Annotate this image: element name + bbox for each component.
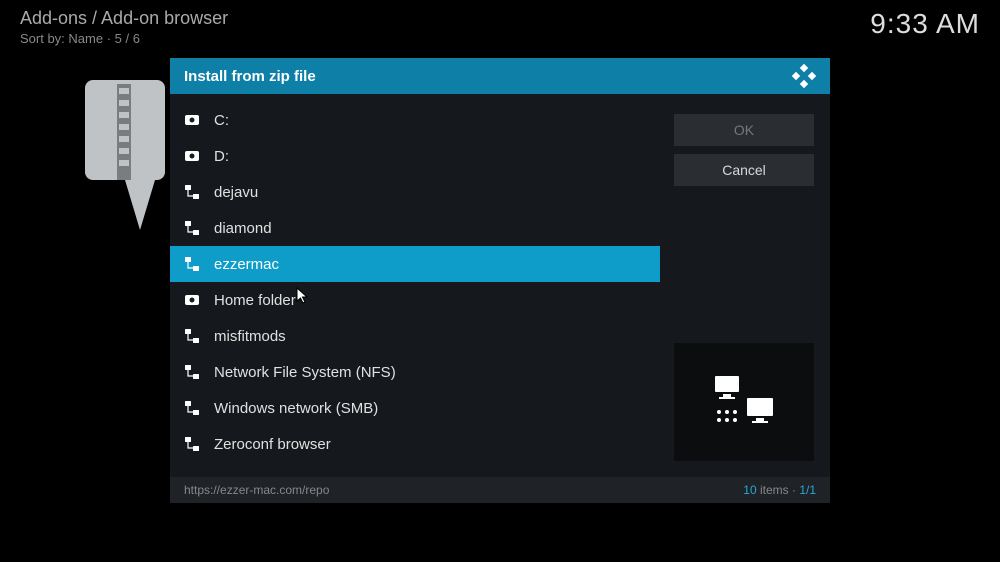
breadcrumb: Add-ons / Add-on browser [20, 8, 228, 29]
file-item[interactable]: dejavu [170, 174, 660, 210]
file-item[interactable]: C: [170, 102, 660, 138]
file-item-label: Windows network (SMB) [214, 400, 378, 417]
drive-icon [184, 292, 200, 308]
install-zip-dialog: Install from zip file C: D: dejavu diamond e… [170, 58, 830, 503]
file-item[interactable]: Zeroconf browser [170, 426, 660, 462]
file-item[interactable]: Home folder [170, 282, 660, 318]
preview-thumbnail [674, 343, 814, 461]
file-item[interactable]: Network File System (NFS) [170, 354, 660, 390]
network-icon [184, 400, 200, 416]
network-icon [184, 328, 200, 344]
file-item-label: C: [214, 112, 229, 129]
file-item[interactable]: ezzermac [170, 246, 660, 282]
file-item-label: misfitmods [214, 328, 286, 345]
file-item-label: D: [214, 148, 229, 165]
zip-file-icon [85, 80, 175, 240]
network-icon [184, 364, 200, 380]
file-item-label: ezzermac [214, 256, 279, 273]
cancel-button[interactable]: Cancel [674, 154, 814, 186]
file-item-label: dejavu [214, 184, 258, 201]
file-item-label: Home folder [214, 292, 296, 309]
file-item[interactable]: D: [170, 138, 660, 174]
file-list: C: D: dejavu diamond ezzermac Home folder misf… [170, 94, 660, 477]
network-icon [184, 220, 200, 236]
clock: 9:33 AM [870, 8, 980, 40]
sort-by-label: Sort by: Name · 5 / 6 [20, 31, 228, 46]
file-item[interactable]: diamond [170, 210, 660, 246]
drive-icon [184, 112, 200, 128]
dialog-footer: https://ezzer-mac.com/repo 10 items · 1/… [170, 477, 830, 503]
dialog-header: Install from zip file [170, 58, 830, 94]
file-item-label: Network File System (NFS) [214, 364, 396, 381]
network-icon [184, 256, 200, 272]
dialog-title: Install from zip file [184, 68, 316, 85]
cursor-icon [296, 287, 310, 305]
file-item[interactable]: misfitmods [170, 318, 660, 354]
footer-path: https://ezzer-mac.com/repo [184, 483, 329, 497]
file-item[interactable]: Windows network (SMB) [170, 390, 660, 426]
ok-button[interactable]: OK [674, 114, 814, 146]
file-item-label: diamond [214, 220, 272, 237]
footer-count: 10 items · 1/1 [743, 483, 816, 497]
file-item-label: Zeroconf browser [214, 436, 331, 453]
network-icon [184, 184, 200, 200]
network-icon [184, 436, 200, 452]
drive-icon [184, 148, 200, 164]
kodi-logo-icon [792, 64, 816, 88]
